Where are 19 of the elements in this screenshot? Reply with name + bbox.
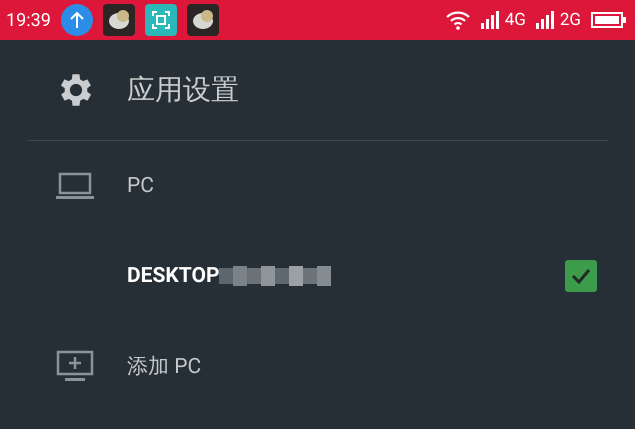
status-time: 19:39	[6, 10, 51, 30]
app-icon	[186, 4, 219, 36]
page-title: 应用设置	[127, 72, 239, 108]
section-label: PC	[127, 174, 154, 198]
network-type: 4G	[504, 10, 526, 30]
add-pc-item[interactable]: 添加 PC	[0, 321, 635, 411]
battery-icon	[591, 12, 627, 28]
checkbox[interactable]	[565, 260, 597, 292]
add-monitor-icon	[55, 350, 95, 382]
add-pc-label: 添加 PC	[127, 354, 202, 380]
device-name: DESKTOP	[127, 264, 220, 288]
wifi-icon	[444, 10, 471, 30]
app-icon	[144, 4, 177, 36]
laptop-icon	[55, 172, 95, 200]
network-type: 2G	[560, 10, 581, 30]
app-icon	[102, 4, 135, 36]
signal-icon	[480, 11, 501, 29]
signal-icon	[536, 11, 556, 29]
upload-icon	[60, 4, 93, 36]
